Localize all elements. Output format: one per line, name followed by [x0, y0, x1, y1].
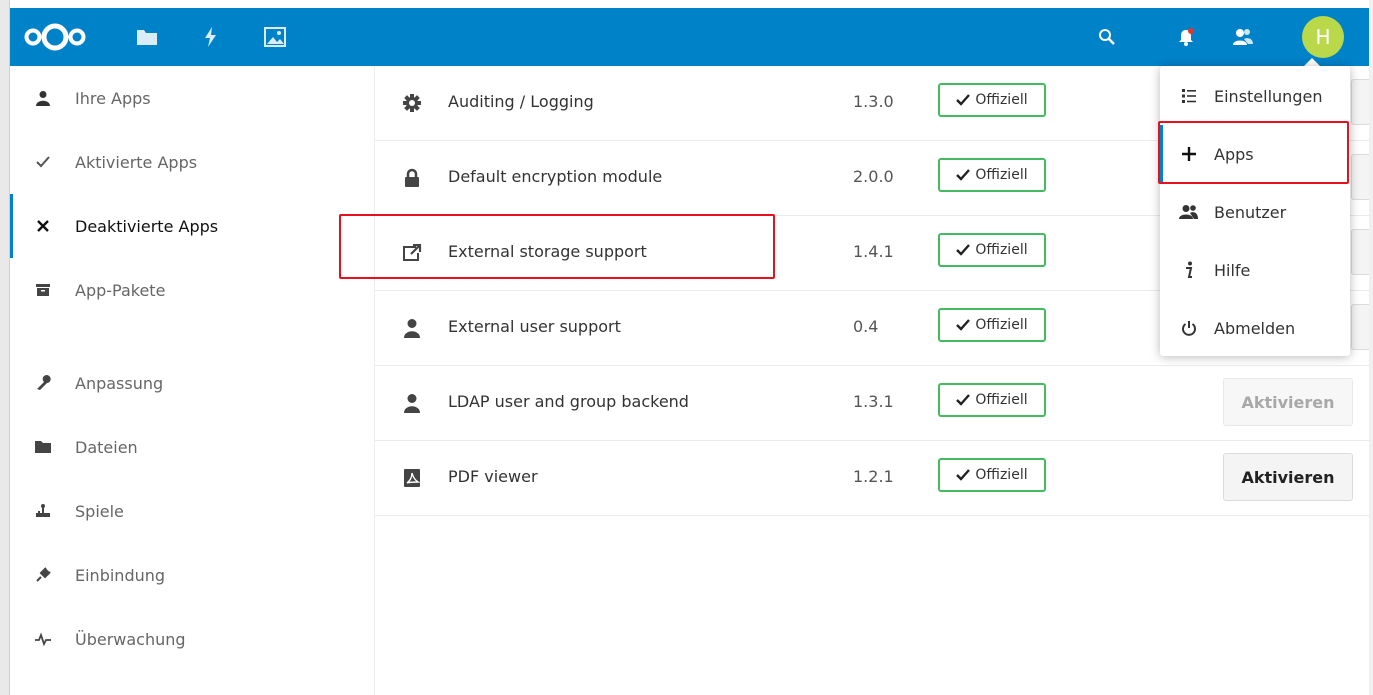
- badge-label: Offiziell: [975, 242, 1028, 258]
- power-icon: [1178, 317, 1200, 339]
- monitoring-icon: [34, 630, 52, 648]
- sidebar-item-ueberwachung[interactable]: Überwachung: [10, 607, 374, 671]
- menu-item-label: Einstellungen: [1214, 86, 1323, 106]
- sidebar-item-label: Überwachung: [75, 629, 186, 649]
- enable-button[interactable]: Aktivieren: [1223, 378, 1353, 426]
- official-badge: Offiziell: [938, 308, 1046, 342]
- badge-label: Offiziell: [975, 392, 1028, 408]
- info-icon: [1178, 259, 1200, 281]
- app-sidebar: Ihre Apps Aktivierte Apps Deaktivierte A…: [10, 66, 375, 695]
- official-badge: Offiziell: [938, 458, 1046, 492]
- badge-label: Offiziell: [975, 317, 1028, 333]
- enable-button[interactable]: Aktivieren: [1223, 453, 1353, 501]
- enable-button-partial[interactable]: [1351, 154, 1369, 200]
- contacts-icon[interactable]: [1230, 24, 1256, 50]
- folder-icon: [34, 438, 52, 456]
- menu-item-hilfe[interactable]: Hilfe: [1160, 241, 1350, 299]
- plug-icon: [34, 566, 52, 584]
- app-name: Auditing / Logging: [448, 92, 594, 111]
- app-version: 1.3.0: [853, 92, 894, 111]
- sidebar-item-aktivierte-apps[interactable]: Aktivierte Apps: [10, 130, 374, 194]
- sidebar-item-anpassung[interactable]: Anpassung: [10, 351, 374, 415]
- sidebar-item-dateien[interactable]: Dateien: [10, 415, 374, 479]
- window-left-edge: [0, 0, 10, 695]
- badge-label: Offiziell: [975, 167, 1028, 183]
- app-name: PDF viewer: [448, 467, 538, 486]
- highlight-box-external-storage: [339, 214, 775, 279]
- files-icon[interactable]: [134, 24, 160, 50]
- official-badge: Offiziell: [938, 83, 1046, 117]
- menu-item-label: Benutzer: [1214, 202, 1287, 222]
- user-icon: [401, 317, 423, 339]
- window-right-edge: [1369, 0, 1373, 695]
- gear-icon: [401, 92, 423, 114]
- app-row-pdf-viewer: PDF viewer 1.2.1 Offiziell Aktivieren: [375, 441, 1369, 516]
- enable-button-partial[interactable]: [1351, 229, 1369, 275]
- badge-label: Offiziell: [975, 467, 1028, 483]
- sidebar-item-label: Deaktivierte Apps: [75, 216, 219, 236]
- sidebar-item-label: Dateien: [75, 437, 138, 457]
- sidebar-item-spiele[interactable]: Spiele: [10, 479, 374, 543]
- official-badge: Offiziell: [938, 383, 1046, 417]
- app-version: 2.0.0: [853, 167, 894, 186]
- enable-button-partial[interactable]: [1351, 79, 1369, 125]
- wrench-icon: [34, 374, 52, 392]
- avatar-letter: H: [1315, 25, 1331, 49]
- pdf-icon: [401, 467, 423, 489]
- settings-menu: Einstellungen Apps Benutzer Hilfe Abmeld…: [1160, 66, 1350, 356]
- nextcloud-logo[interactable]: [24, 22, 86, 52]
- app-name: Default encryption module: [448, 167, 663, 186]
- user-icon: [401, 392, 423, 414]
- official-badge: Offiziell: [938, 233, 1046, 267]
- lock-icon: [401, 167, 423, 189]
- app-row-ldap: LDAP user and group backend 1.3.1 Offizi…: [375, 366, 1369, 441]
- badge-label: Offiziell: [975, 92, 1028, 108]
- app-version: 0.4: [853, 317, 879, 336]
- avatar[interactable]: H: [1302, 16, 1344, 58]
- app-version: 1.3.1: [853, 392, 894, 411]
- game-icon: [34, 502, 52, 520]
- settings-list-icon: [1178, 85, 1200, 107]
- app-version: 1.4.1: [853, 242, 894, 261]
- user-icon: [34, 89, 52, 107]
- sidebar-item-label: App-Pakete: [75, 280, 166, 300]
- menu-item-label: Abmelden: [1214, 318, 1296, 338]
- sidebar-item-label: Aktivierte Apps: [75, 152, 198, 172]
- sidebar-item-label: Einbindung: [75, 565, 166, 585]
- sidebar-item-app-pakete[interactable]: App-Pakete: [10, 258, 374, 322]
- close-icon: [34, 217, 52, 235]
- top-header: H: [10, 8, 1369, 66]
- highlight-box-apps-menu: [1158, 121, 1349, 184]
- sidebar-item-einbindung[interactable]: Einbindung: [10, 543, 374, 607]
- menu-item-abmelden[interactable]: Abmelden: [1160, 299, 1350, 357]
- sidebar-item-deaktivierte-apps[interactable]: Deaktivierte Apps: [10, 194, 374, 258]
- archive-icon: [34, 281, 52, 299]
- menu-item-benutzer[interactable]: Benutzer: [1160, 183, 1350, 241]
- sidebar-item-label: Anpassung: [75, 373, 164, 393]
- users-icon: [1178, 201, 1200, 223]
- app-name: External user support: [448, 317, 621, 336]
- sidebar-item-label: Spiele: [75, 501, 124, 521]
- sidebar-item-ihre-apps[interactable]: Ihre Apps: [10, 66, 374, 130]
- search-icon[interactable]: [1094, 24, 1120, 50]
- app-version: 1.2.1: [853, 467, 894, 486]
- gallery-icon[interactable]: [262, 24, 288, 50]
- official-badge: Offiziell: [938, 158, 1046, 192]
- check-icon: [34, 153, 52, 171]
- sidebar-item-label: Ihre Apps: [75, 88, 151, 108]
- screen: H Ihre Apps Aktivierte Apps Deaktivierte…: [0, 0, 1373, 695]
- enable-button-partial[interactable]: [1351, 304, 1369, 350]
- menu-item-einstellungen[interactable]: Einstellungen: [1160, 67, 1350, 125]
- activity-icon[interactable]: [198, 24, 224, 50]
- menu-item-label: Hilfe: [1214, 260, 1251, 280]
- notifications-icon[interactable]: [1173, 24, 1199, 50]
- app-name: LDAP user and group backend: [448, 392, 689, 411]
